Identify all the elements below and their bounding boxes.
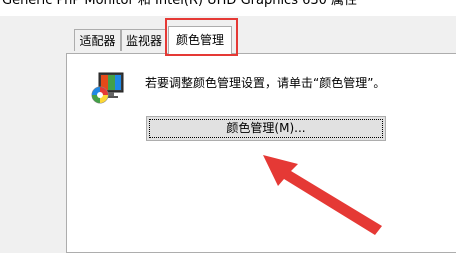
tab-color-management[interactable]: 颜色管理 — [168, 26, 232, 54]
color-management-button-label: 颜色管理(M)... — [226, 121, 306, 135]
color-management-info-text: 若要调整颜色管理设置，请单击“颜色管理”。 — [145, 76, 386, 90]
color-management-button[interactable]: 颜色管理(M)... — [146, 116, 386, 141]
tab-bar: 适配器 监视器 颜色管理 — [0, 0, 456, 58]
tab-adapter[interactable]: 适配器 — [74, 29, 121, 51]
color-management-icon — [90, 70, 126, 106]
tab-monitor[interactable]: 监视器 — [121, 29, 167, 51]
